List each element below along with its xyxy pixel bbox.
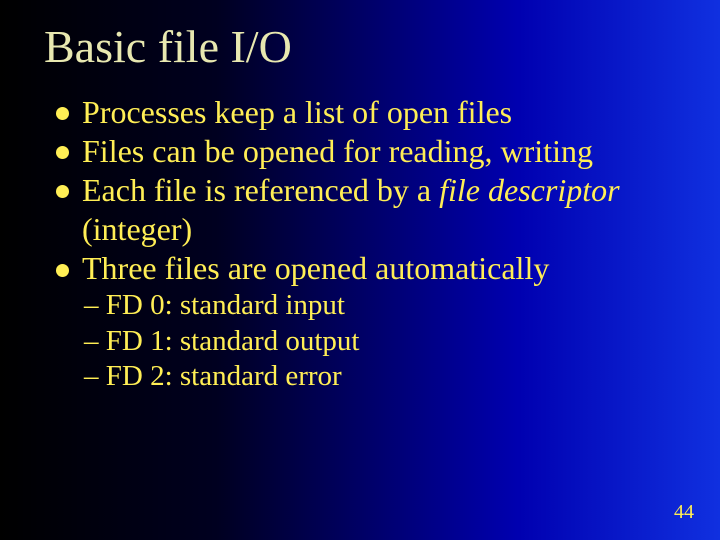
sub-item: – FD 1: standard output <box>56 324 680 359</box>
slide: Basic file I/O Processes keep a list of … <box>0 0 720 540</box>
bullet-text: (integer) <box>82 211 192 247</box>
bullet-text: Files can be opened for reading, writing <box>82 133 593 169</box>
bullet-text: Three files are opened automatically <box>82 250 549 286</box>
slide-title: Basic file I/O <box>0 0 720 73</box>
bullet-text: Processes keep a list of open files <box>82 94 512 130</box>
bullet-text: Each file is referenced by a <box>82 172 439 208</box>
bullet-em: file descriptor <box>439 172 619 208</box>
page-number: 44 <box>674 501 694 524</box>
bullet-item: Three files are opened automatically <box>56 249 680 288</box>
sub-item: – FD 2: standard error <box>56 359 680 394</box>
slide-body: Processes keep a list of open files File… <box>0 73 720 394</box>
bullet-item: Files can be opened for reading, writing <box>56 132 680 171</box>
bullet-item: Processes keep a list of open files <box>56 93 680 132</box>
sub-item: – FD 0: standard input <box>56 288 680 323</box>
bullet-item: Each file is referenced by a file descri… <box>56 171 680 249</box>
